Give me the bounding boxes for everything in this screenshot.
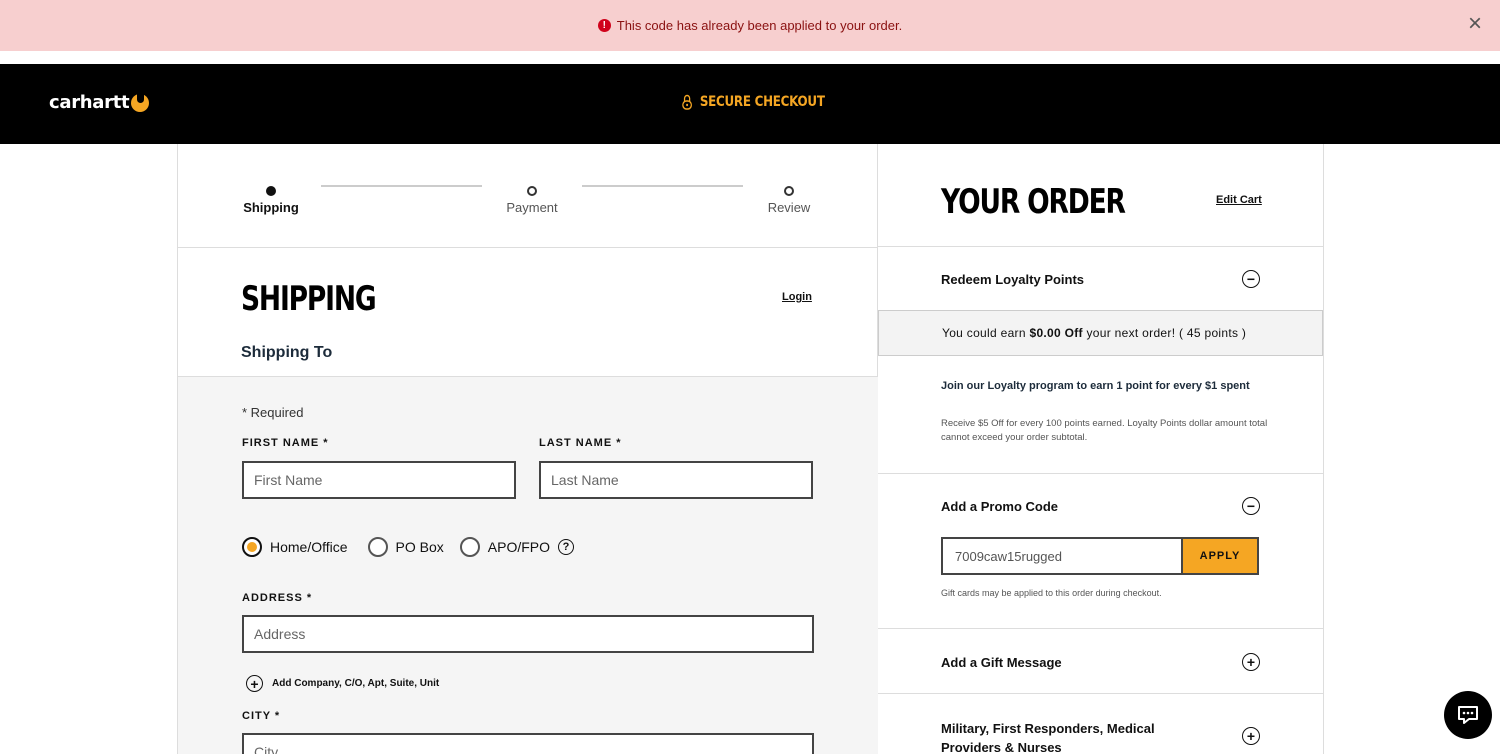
- step-connector: [582, 185, 743, 187]
- edit-cart-link[interactable]: Edit Cart: [1216, 194, 1262, 206]
- shipping-to-heading: Shipping To: [241, 344, 333, 361]
- step-label: Shipping: [243, 200, 299, 215]
- order-summary: YOUR ORDER Edit Cart Redeem Loyalty Poin…: [878, 144, 1324, 754]
- page-title: SHIPPING: [241, 279, 377, 319]
- logo-mark-icon: [131, 91, 150, 112]
- promo-code-input[interactable]: [941, 537, 1181, 575]
- chat-button[interactable]: [1444, 691, 1492, 739]
- collapse-icon[interactable]: −: [1242, 497, 1260, 515]
- help-icon[interactable]: ?: [558, 539, 575, 555]
- loyalty-title: Redeem Loyalty Points: [941, 272, 1085, 287]
- radio-home-office[interactable]: [242, 537, 262, 557]
- gift-message-section[interactable]: Add a Gift Message +: [878, 628, 1323, 693]
- loyalty-earn-info: You could earn $0.00 Off your next order…: [878, 310, 1323, 356]
- checkout-steps: Shipping Payment Review: [178, 144, 878, 248]
- shipping-form: * Required FIRST NAME * LAST NAME * Home…: [178, 377, 878, 754]
- earn-prefix: You could earn: [942, 326, 1030, 340]
- last-name-field[interactable]: [539, 461, 813, 499]
- loyalty-desc: Receive $5 Off for every 100 points earn…: [941, 418, 1268, 443]
- step-payment[interactable]: Payment: [492, 186, 572, 215]
- add-company-button[interactable]: + Add Company, C/O, Apt, Suite, Unit: [246, 675, 439, 692]
- address-label: ADDRESS *: [242, 592, 313, 604]
- carhartt-logo[interactable]: carhartt: [49, 91, 150, 113]
- military-section[interactable]: Military, First Responders, Medical Prov…: [878, 693, 1323, 754]
- step-shipping[interactable]: Shipping: [231, 186, 311, 215]
- military-title: Military, First Responders, Medical Prov…: [941, 721, 1155, 754]
- checkout-main: Shipping Payment Review SHIPPING Login S…: [177, 144, 878, 754]
- plus-circle-icon: +: [246, 675, 263, 692]
- address-field[interactable]: [242, 615, 814, 653]
- site-header: carhartt SECURE CHECKOUT: [0, 64, 1500, 144]
- loyalty-section: Redeem Loyalty Points −: [878, 246, 1323, 310]
- radio-po-box[interactable]: [367, 537, 388, 557]
- address-type-group: Home/Office PO Box APO/FPO ?: [242, 537, 575, 557]
- first-name-field[interactable]: [242, 461, 516, 499]
- alert-message: This code has already been applied to yo…: [616, 18, 903, 33]
- loyalty-join-text: Join our Loyalty program to earn 1 point…: [941, 380, 1250, 392]
- shipping-header: SHIPPING Login Shipping To: [178, 249, 878, 377]
- promo-title: Add a Promo Code: [941, 499, 1059, 514]
- secure-checkout-label: SECURE CHECKOUT: [699, 94, 825, 110]
- step-dot: [527, 186, 537, 196]
- earn-amount: $0.00 Off: [1029, 326, 1083, 340]
- logo-text: carhartt: [49, 92, 130, 113]
- chat-icon: [1458, 706, 1478, 724]
- secure-checkout: SECURE CHECKOUT: [682, 94, 825, 110]
- step-label: Payment: [506, 200, 558, 215]
- apply-button[interactable]: APPLY: [1181, 537, 1259, 575]
- step-dot: [266, 186, 276, 196]
- close-icon[interactable]: ×: [1468, 12, 1482, 36]
- step-label: Review: [767, 200, 811, 215]
- gift-message-title: Add a Gift Message: [941, 655, 1062, 670]
- collapse-icon[interactable]: −: [1242, 270, 1260, 288]
- radio-apo-fpo[interactable]: [459, 537, 480, 557]
- step-connector: [321, 185, 482, 187]
- error-alert: ! This code has already been applied to …: [0, 0, 1500, 51]
- step-dot: [784, 186, 794, 196]
- error-icon: !: [597, 19, 611, 32]
- gift-card-note: Gift cards may be applied to this order …: [941, 588, 1162, 598]
- lock-icon: [682, 94, 692, 110]
- expand-icon[interactable]: +: [1242, 727, 1260, 745]
- earn-suffix: your next order! ( 45 points ): [1082, 326, 1247, 340]
- step-review[interactable]: Review: [749, 186, 829, 215]
- radio-label: PO Box: [395, 539, 444, 555]
- login-link[interactable]: Login: [782, 291, 812, 303]
- add-company-label: Add Company, C/O, Apt, Suite, Unit: [272, 678, 440, 689]
- city-label: CITY *: [242, 710, 281, 722]
- last-name-label: LAST NAME *: [539, 437, 622, 449]
- first-name-label: FIRST NAME *: [242, 437, 329, 449]
- expand-icon[interactable]: +: [1242, 653, 1260, 671]
- city-field[interactable]: [242, 733, 814, 754]
- radio-label: Home/Office: [270, 539, 348, 555]
- order-title: YOUR ORDER: [941, 182, 1126, 222]
- radio-label: APO/FPO: [487, 539, 551, 555]
- required-note: * Required: [242, 405, 304, 420]
